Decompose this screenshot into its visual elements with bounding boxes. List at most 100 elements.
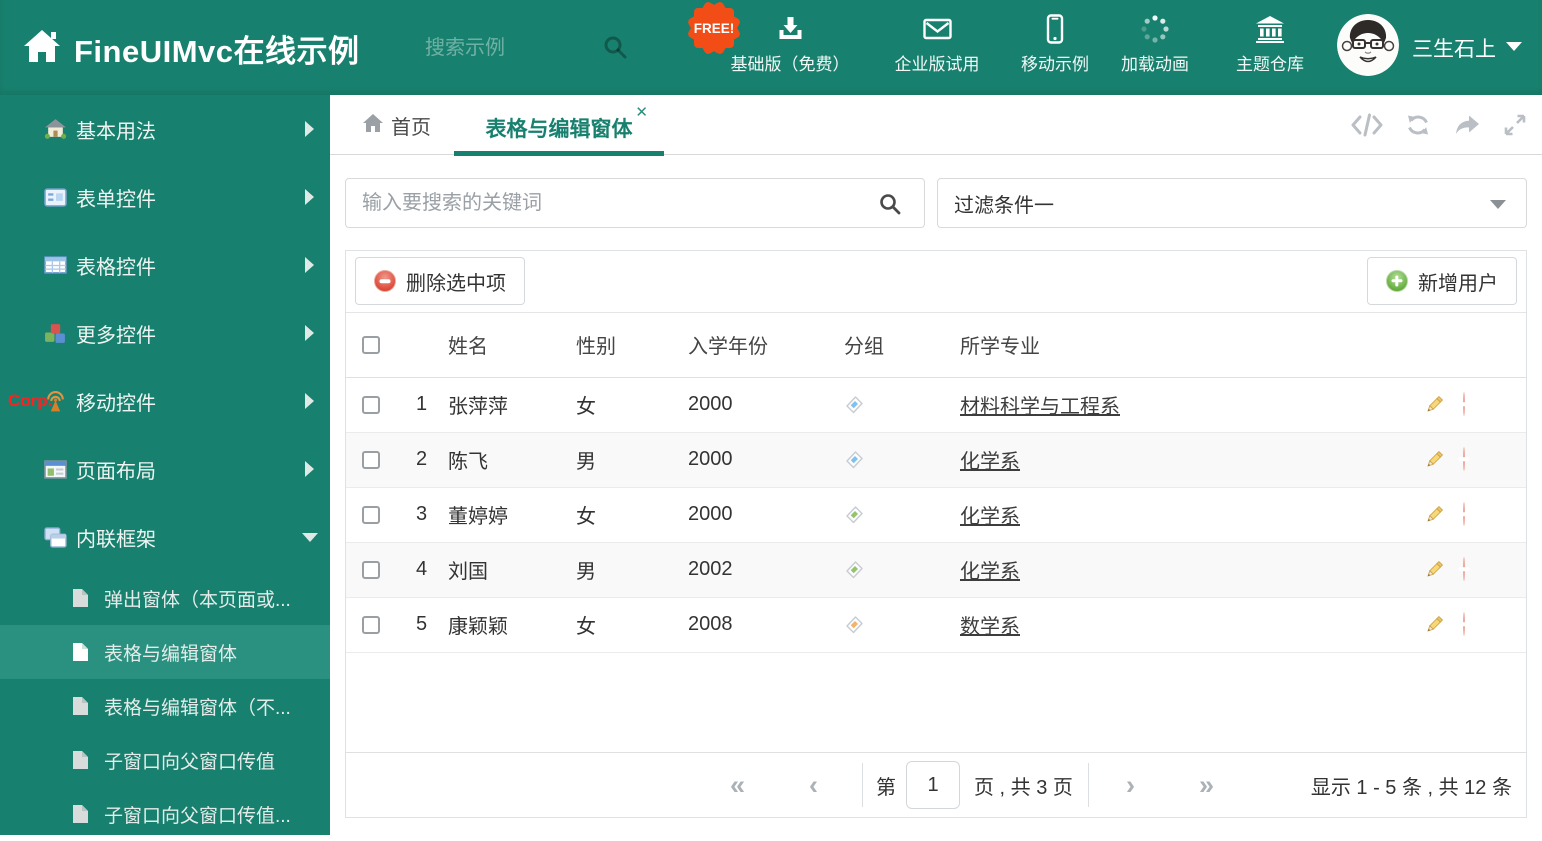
chevron-right-icon [305,257,314,273]
cell-group [828,597,944,653]
home-logo-icon[interactable] [22,28,62,69]
prev-page-icon[interactable]: ‹ [809,753,818,817]
tab-grid-edit-window[interactable]: 表格与编辑窗体 ✕ [454,95,664,156]
row-index: 1 [400,377,432,433]
cell-year: 2000 [672,432,828,488]
sidebar-item-form-controls[interactable]: 表单控件 [0,163,330,231]
house-icon [44,119,68,139]
file-icon [72,804,89,824]
nav-item-basic-edition[interactable]: 基础版（免费） [731,13,850,75]
table-row[interactable]: 3 董婷婷 女 2000 化学系 [346,487,1526,543]
table-header-row: 姓名 性别 入学年份 分组 所学专业 [346,313,1526,378]
row-index: 5 [400,597,432,653]
first-page-icon[interactable]: « [730,753,745,817]
edit-pencil-icon[interactable] [1424,615,1444,635]
file-icon [72,588,89,608]
table-row[interactable]: 5 康颖颖 女 2008 数学系 [346,597,1526,653]
search-icon[interactable] [878,192,902,221]
header-search-input[interactable] [425,30,590,66]
sidebar-item-basic-usage[interactable]: 基本用法 [0,95,330,163]
sidebar-subitem-child-to-parent-2[interactable]: 子窗口向父窗口传值... [0,787,330,841]
table-row[interactable]: 1 张萍萍 女 2000 材料科学与工程系 [346,377,1526,433]
user-avatar[interactable] [1337,14,1399,76]
edit-pencil-icon[interactable] [1424,450,1444,470]
tab-home[interactable]: 首页 [362,95,431,155]
row-checkbox[interactable] [362,615,380,634]
row-index: 4 [400,542,432,598]
delete-row-icon[interactable] [1463,502,1465,526]
layout-icon [44,459,68,479]
record-count-summary: 显示 1 - 5 条 , 共 12 条 [1310,776,1512,799]
tab-toolbar [1351,95,1527,155]
filter-dropdown[interactable]: 过滤条件一 [937,178,1527,228]
add-user-button[interactable]: 新增用户 [1367,257,1517,305]
cell-gender: 男 [560,542,672,598]
user-name[interactable]: 三生石上 [1412,33,1496,63]
sidebar-item-grid-controls[interactable]: 表格控件 [0,231,330,299]
major-link[interactable]: 化学系 [960,451,1020,473]
sidebar-subitem-child-to-parent[interactable]: 子窗口向父窗口传值 [0,733,330,787]
edit-pencil-icon[interactable] [1424,395,1444,415]
row-checkbox[interactable] [362,450,380,469]
row-checkbox[interactable] [362,505,380,524]
edit-pencil-icon[interactable] [1424,560,1444,580]
sidebar-item-inline-frame[interactable]: 内联框架 [0,503,330,571]
nav-item-mobile-demo[interactable]: 移动示例 [1021,13,1089,75]
keyword-search-input[interactable] [346,179,866,227]
chevron-right-icon [305,121,314,137]
delete-row-icon[interactable] [1463,392,1465,416]
nav-item-loading-animation[interactable]: 加载动画 [1121,13,1189,75]
filter-row: 过滤条件一 [345,178,1527,228]
refresh-icon[interactable] [1405,112,1431,138]
source-code-icon[interactable] [1351,112,1383,138]
edit-pencil-icon[interactable] [1424,505,1444,525]
major-link[interactable]: 化学系 [960,561,1020,583]
chevron-right-icon [305,325,314,341]
delete-row-icon[interactable] [1463,447,1465,471]
major-link[interactable]: 材料科学与工程系 [960,396,1120,418]
close-icon[interactable]: ✕ [635,103,648,121]
sidebar-subitem-grid-edit-window[interactable]: 表格与编辑窗体 [0,625,330,679]
cell-major: 数学系 [944,597,1408,653]
users-grid-panel: 删除选中项 新增用户 姓名 性别 入学年份 分组 所学专业 1 张萍萍 女 20… [345,250,1527,818]
delete-selected-button[interactable]: 删除选中项 [355,257,525,305]
nav-item-enterprise-trial[interactable]: 企业版试用 [895,13,980,75]
tag-icon [846,506,863,523]
cell-name: 张萍萍 [432,377,560,433]
select-all-checkbox[interactable] [362,335,380,354]
chevron-down-icon [1490,200,1506,209]
sidebar-subitem-grid-edit-window-2[interactable]: 表格与编辑窗体（不... [0,679,330,733]
major-link[interactable]: 数学系 [960,616,1020,638]
tag-icon [846,561,863,578]
sidebar-item-label: 更多控件 [76,324,156,347]
expand-icon[interactable] [1503,113,1527,137]
sidebar-item-mobile-controls[interactable]: 移动控件 Corp. [0,367,330,435]
sidebar: 基本用法 表单控件 表格控件 更多控件 移动控件 Corp. 页面布局 内联框架… [0,95,330,835]
tag-icon [846,396,863,413]
chevron-down-icon[interactable] [1506,42,1522,51]
filter-dropdown-value: 过滤条件一 [954,194,1054,217]
row-checkbox[interactable] [362,395,380,414]
table-row[interactable]: 2 陈飞 男 2000 化学系 [346,432,1526,488]
table-row[interactable]: 4 刘国 男 2002 化学系 [346,542,1526,598]
delete-row-icon[interactable] [1463,557,1465,581]
sidebar-item-label: 移动控件 [76,392,156,415]
major-link[interactable]: 化学系 [960,506,1020,528]
cell-group [828,487,944,543]
pagination-divider [1088,763,1089,807]
page-number-input[interactable] [906,761,960,809]
sidebar-item-page-layout[interactable]: 页面布局 [0,435,330,503]
next-page-icon[interactable]: › [1126,753,1135,817]
header-search-icon[interactable] [602,34,628,65]
sidebar-subitem-popup-window[interactable]: 弹出窗体（本页面或... [0,571,330,625]
nav-item-theme-repo[interactable]: 主题仓库 [1236,13,1304,75]
last-page-icon[interactable]: » [1199,753,1214,817]
row-checkbox[interactable] [362,560,380,579]
cell-major: 化学系 [944,432,1408,488]
tab-label: 首页 [391,116,431,139]
sidebar-item-more-controls[interactable]: 更多控件 [0,299,330,367]
file-icon [72,642,89,662]
delete-row-icon[interactable] [1463,612,1465,636]
cell-group [828,542,944,598]
share-icon[interactable] [1453,113,1481,137]
